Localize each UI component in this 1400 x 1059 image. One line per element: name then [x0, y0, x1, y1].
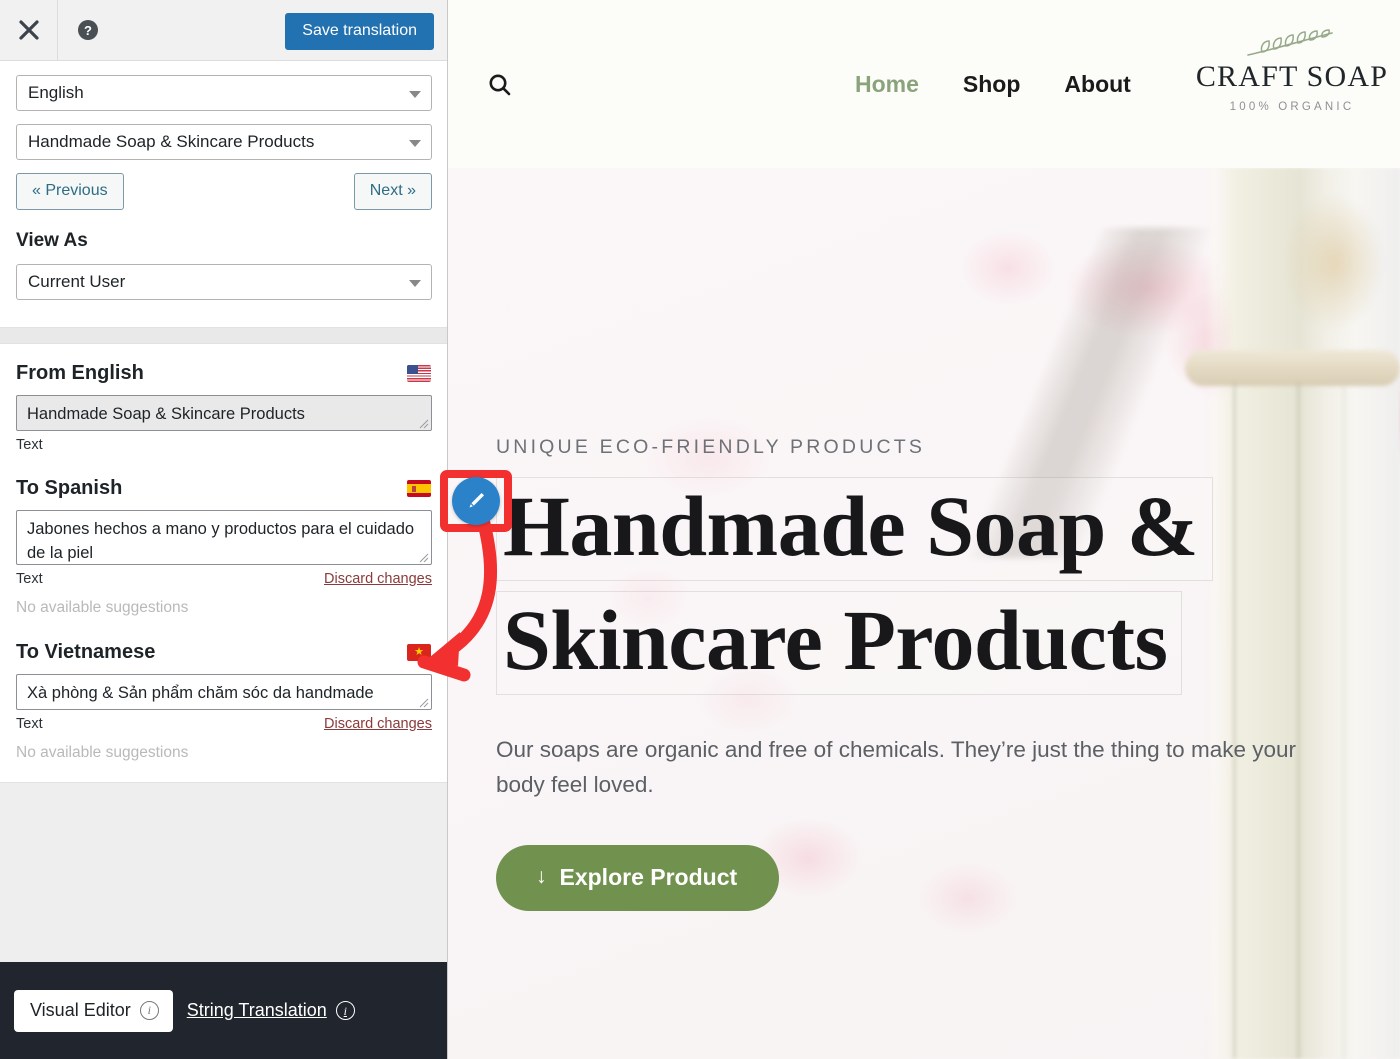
spanish-language-header: To Spanish	[16, 477, 431, 500]
string-translation-label: String Translation	[186, 1000, 327, 1020]
info-icon[interactable]: i	[139, 1000, 159, 1020]
source-block: From English Text	[16, 362, 432, 453]
string-translation-link[interactable]: String Translation i	[187, 1000, 355, 1021]
explore-product-button[interactable]: ↓ Explore Product	[496, 844, 780, 911]
nav-item-shop[interactable]: Shop	[963, 71, 1021, 98]
spanish-text-field[interactable]	[16, 510, 432, 565]
view-as-select[interactable]: Current User	[16, 264, 432, 300]
hero-section: UNIQUE ECO-FRIENDLY PRODUCTS Handmade So…	[448, 168, 1400, 1059]
hero-paragraph: Our soaps are organic and free of chemic…	[496, 737, 1296, 797]
website-preview: Home Shop About CRAFT SOAP 100% ORGANIC …	[448, 0, 1400, 1059]
view-as-value: Current User	[28, 272, 126, 291]
vietnamese-language-title: To Vietnamese	[16, 641, 156, 663]
translation-editor-sidebar: ? Save translation English Handmade Soap…	[0, 0, 448, 1059]
vietnamese-text-field[interactable]	[16, 674, 432, 710]
nav-item-about[interactable]: About	[1064, 71, 1130, 98]
previous-button[interactable]: « Previous	[16, 173, 124, 210]
main-navigation: Home Shop About	[855, 71, 1131, 98]
hero-heading-line2: Skincare Products	[503, 592, 1168, 689]
help-icon[interactable]: ?	[58, 0, 118, 61]
pencil-edit-icon[interactable]	[452, 477, 500, 525]
source-language-title: From English	[16, 362, 144, 384]
site-logo[interactable]: CRAFT SOAP 100% ORGANIC	[1192, 26, 1392, 113]
source-meta: Text	[16, 437, 432, 453]
editor-controls: English Handmade Soap & Skincare Product…	[0, 61, 447, 327]
vietnamese-suggestions-text: No available suggestions	[16, 744, 189, 761]
sidebar-empty-area	[0, 782, 447, 962]
section-divider	[0, 327, 447, 344]
logo-tagline: 100% ORGANIC	[1229, 101, 1355, 113]
vietnamese-meta: Text Discard changes	[16, 716, 432, 732]
vietnamese-textarea-wrap	[16, 674, 432, 710]
us-flag-icon	[407, 365, 431, 382]
spanish-discard-changes-link[interactable]: Discard changes	[324, 571, 432, 587]
string-select[interactable]: Handmade Soap & Skincare Products	[16, 124, 432, 160]
hero-content: UNIQUE ECO-FRIENDLY PRODUCTS Handmade So…	[448, 168, 1400, 911]
hero-eyebrow: UNIQUE ECO-FRIENDLY PRODUCTS	[496, 436, 926, 458]
language-select[interactable]: English	[16, 75, 432, 111]
vietnamese-type-label: Text	[16, 716, 43, 732]
pagination-row: « Previous Next »	[16, 173, 432, 210]
chevron-down-icon	[409, 140, 421, 147]
hero-heading-line2-box[interactable]: Skincare Products	[496, 591, 1183, 696]
save-translation-button[interactable]: Save translation	[285, 13, 434, 50]
source-type-label: Text	[16, 437, 43, 453]
vietnamese-discard-changes-link[interactable]: Discard changes	[324, 716, 432, 732]
explore-product-label: Explore Product	[559, 863, 738, 890]
language-select-value: English	[28, 83, 84, 102]
spain-flag-icon	[407, 480, 431, 497]
app-root: ? Save translation English Handmade Soap…	[0, 0, 1400, 1059]
hero-heading-line1: Handmade Soap &	[503, 478, 1199, 574]
chevron-down-icon	[409, 280, 421, 287]
spanish-meta: Text Discard changes	[16, 571, 432, 587]
hero-heading-line1-box[interactable]: Handmade Soap &	[496, 477, 1213, 582]
down-arrow-icon: ↓	[536, 865, 547, 889]
next-button[interactable]: Next »	[353, 173, 432, 210]
spanish-textarea-wrap	[16, 510, 432, 565]
nav-item-home[interactable]: Home	[855, 71, 919, 98]
svg-text:?: ?	[84, 23, 92, 38]
editor-footer-bar: Visual Editor i String Translation i	[0, 962, 447, 1059]
visual-editor-button[interactable]: Visual Editor i	[14, 989, 173, 1032]
view-as-label: View As	[16, 230, 88, 251]
chevron-down-icon	[409, 91, 421, 98]
translation-fields: From English Text	[0, 344, 447, 782]
vietnamese-language-header: To Vietnamese ★	[16, 641, 431, 664]
site-header: Home Shop About CRAFT SOAP 100% ORGANIC	[448, 0, 1400, 168]
info-icon[interactable]: i	[335, 1001, 355, 1020]
spanish-block: To Spanish Text Discard changes No avail…	[16, 477, 432, 617]
spanish-suggestions-text: No available suggestions	[16, 599, 189, 616]
logo-brand-text: CRAFT SOAP	[1195, 60, 1389, 93]
spanish-type-label: Text	[16, 571, 43, 587]
vietnamese-block: To Vietnamese ★ Text Discard changes No …	[16, 641, 432, 762]
leaf-branch-icon	[1192, 26, 1392, 60]
source-textarea-wrap	[16, 395, 432, 431]
visual-editor-label: Visual Editor	[30, 999, 131, 1020]
close-icon[interactable]	[0, 0, 58, 61]
search-icon[interactable]	[480, 72, 520, 98]
source-language-header: From English	[16, 362, 431, 385]
source-text-field[interactable]	[16, 395, 432, 431]
vietnam-flag-icon: ★	[407, 644, 431, 661]
string-select-value: Handmade Soap & Skincare Products	[28, 132, 315, 151]
editor-topbar: ? Save translation	[0, 0, 447, 61]
spanish-language-title: To Spanish	[16, 477, 123, 499]
